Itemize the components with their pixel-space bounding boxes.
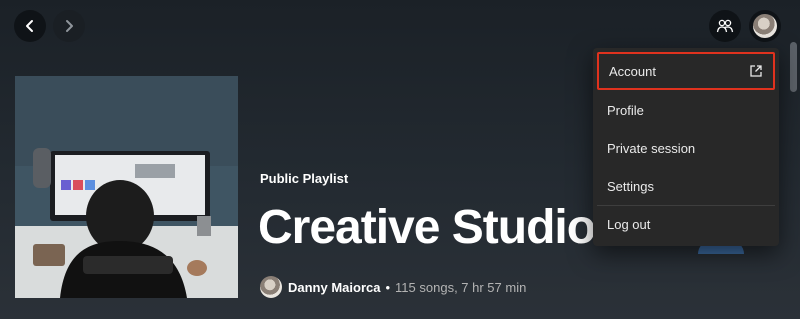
chevron-left-icon — [26, 20, 33, 32]
friend-activity-button[interactable] — [709, 10, 741, 42]
friend-activity-icon — [716, 19, 734, 33]
playlist-title: Creative Studio V — [258, 201, 598, 254]
user-menu-button[interactable] — [749, 10, 781, 42]
scrollbar[interactable] — [790, 42, 797, 92]
user-dropdown-menu: Account Profile Private session Settings… — [593, 48, 779, 246]
playlist-type-label: Public Playlist — [260, 171, 349, 186]
menu-item-account[interactable]: Account — [597, 52, 775, 90]
meta-separator: • — [385, 279, 391, 295]
playlist-stats: 115 songs, 7 hr 57 min — [395, 279, 527, 295]
menu-item-profile[interactable]: Profile — [597, 92, 775, 128]
owner-name-link[interactable]: Danny Maiorca — [288, 280, 380, 295]
menu-item-log-out[interactable]: Log out — [597, 206, 775, 242]
playlist-cover-image — [15, 76, 238, 298]
chevron-right-icon — [66, 20, 73, 32]
menu-item-private-session[interactable]: Private session — [597, 130, 775, 166]
back-button[interactable] — [14, 10, 46, 42]
playlist-meta: Danny Maiorca • 115 songs, 7 hr 57 min — [260, 276, 526, 298]
menu-item-label: Log out — [607, 216, 651, 232]
user-avatar — [753, 14, 777, 38]
menu-item-label: Settings — [607, 178, 654, 194]
menu-item-label: Private session — [607, 140, 696, 156]
external-link-icon — [750, 65, 762, 77]
owner-avatar — [260, 276, 282, 298]
menu-item-settings[interactable]: Settings — [597, 168, 775, 204]
forward-button[interactable] — [53, 10, 85, 42]
menu-item-label: Profile — [607, 102, 644, 118]
menu-item-label: Account — [609, 63, 656, 79]
